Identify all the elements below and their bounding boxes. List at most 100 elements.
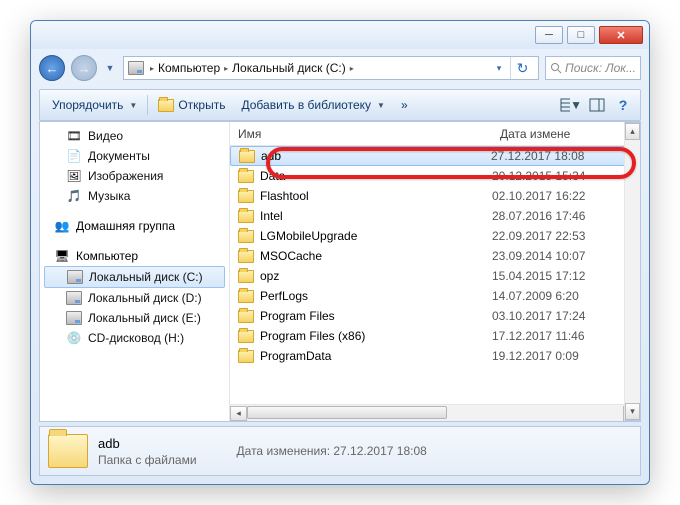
drive-icon (67, 269, 83, 285)
file-row[interactable]: Flashtool 02.10.2017 16:22 (230, 186, 640, 206)
file-row[interactable]: ProgramData 19.12.2017 0:09 (230, 346, 640, 366)
breadcrumb-segment[interactable]: ▸ (148, 64, 154, 73)
nav-row: ← → ▼ ▸ Компьютер▸ Локальный диск (C:)▸ … (39, 51, 641, 85)
horizontal-scrollbar[interactable]: ◂ ▸ (230, 404, 640, 421)
file-row[interactable]: MSOCache23.09.2014 10:07 (230, 246, 640, 266)
column-headers[interactable]: Имя Дата измене (230, 122, 640, 146)
homegroup-node[interactable]: 👥Домашняя группа (40, 216, 229, 236)
column-name[interactable]: Имя (238, 127, 500, 141)
folder-icon (48, 434, 88, 468)
file-name: Program Files (260, 309, 335, 323)
file-row[interactable]: opz 15.04.2015 17:12 (230, 266, 640, 286)
file-date: 19.12.2017 0:09 (492, 349, 632, 363)
details-pane: adb Папка с файлами Дата изменения: 27.1… (39, 426, 641, 476)
file-name: Flashtool (260, 189, 309, 203)
folder-icon (238, 330, 254, 343)
file-row[interactable]: LGMobileUpgrade 22.09.2017 22:53 (230, 226, 640, 246)
scroll-thumb[interactable] (247, 406, 447, 419)
close-button[interactable]: ✕ (599, 26, 643, 44)
cd-drive-icon: 💿 (66, 330, 82, 346)
preview-pane-button[interactable] (586, 94, 608, 116)
file-row[interactable]: Program Files (x86) 17.12.2017 11:46 (230, 326, 640, 346)
file-date: 28.07.2016 17:46 (492, 209, 632, 223)
file-name: MSOCache (260, 249, 322, 263)
drive-item[interactable]: Локальный диск (C:) (44, 266, 225, 288)
explorer-window: ─ □ ✕ ← → ▼ ▸ Компьютер▸ Локальный диск … (30, 20, 650, 485)
maximize-button[interactable]: □ (567, 26, 595, 44)
drive-icon (66, 310, 82, 326)
details-date: Дата изменения: 27.12.2017 18:08 (237, 444, 427, 458)
address-dropdown[interactable]: ▾ (492, 55, 506, 81)
library-item[interactable]: 🎵Музыка (40, 186, 229, 206)
file-name: LGMobileUpgrade (260, 229, 357, 243)
file-row[interactable]: Data 20.12.2015 15:34 (230, 166, 640, 186)
content-area: 🎞Видео 📄Документы 🖼Изображения 🎵Музыка 👥… (39, 121, 641, 422)
file-date: 20.12.2015 15:34 (492, 169, 632, 183)
music-icon: 🎵 (66, 188, 82, 204)
folder-icon (238, 270, 254, 283)
file-row[interactable]: adb 27.12.2017 18:08 (230, 146, 640, 166)
column-date[interactable]: Дата измене (500, 127, 640, 141)
folder-icon (238, 250, 254, 263)
file-date: 27.12.2017 18:08 (491, 149, 631, 163)
folder-icon (238, 350, 254, 363)
add-to-library-button[interactable]: Добавить в библиотеку▼ (235, 95, 390, 115)
breadcrumb-segment[interactable]: Компьютер▸ (158, 61, 228, 75)
drive-item[interactable]: Локальный диск (D:) (40, 288, 229, 308)
homegroup-icon: 👥 (54, 218, 70, 234)
search-input[interactable]: Поиск: Лок... (545, 56, 641, 80)
address-bar[interactable]: ▸ Компьютер▸ Локальный диск (C:)▸ ▾ ↻ (123, 56, 539, 80)
library-item[interactable]: 📄Документы (40, 146, 229, 166)
folder-icon (239, 150, 255, 163)
drive-item[interactable]: 💿CD-дисковод (H:) (40, 328, 229, 348)
toolbar: Упорядочить▼ Открыть Добавить в библиоте… (39, 89, 641, 121)
navigation-pane: 🎞Видео 📄Документы 🖼Изображения 🎵Музыка 👥… (40, 122, 230, 421)
scroll-up-button[interactable]: ▴ (625, 123, 640, 140)
video-icon: 🎞 (66, 128, 82, 144)
file-date: 15.04.2015 17:12 (492, 269, 632, 283)
file-name: opz (260, 269, 279, 283)
scroll-down-button[interactable]: ▾ (625, 403, 640, 420)
organize-button[interactable]: Упорядочить▼ (46, 95, 143, 115)
computer-icon: 🖥 (54, 248, 70, 264)
view-options-button[interactable]: ▼ (560, 94, 582, 116)
folder-icon (238, 310, 254, 323)
computer-node[interactable]: 🖥Компьютер (40, 246, 229, 266)
more-commands-button[interactable]: » (395, 95, 414, 115)
history-dropdown[interactable]: ▼ (103, 55, 117, 81)
file-list: Имя Дата измене adb 27.12.2017 18:08 Data 2… (230, 122, 640, 421)
document-icon: 📄 (66, 148, 82, 164)
breadcrumb-segment[interactable]: Локальный диск (C:)▸ (232, 61, 354, 75)
titlebar: ─ □ ✕ (31, 21, 649, 49)
file-name: PerfLogs (260, 289, 308, 303)
file-date: 02.10.2017 16:22 (492, 189, 632, 203)
library-item[interactable]: 🖼Изображения (40, 166, 229, 186)
forward-button[interactable]: → (71, 55, 97, 81)
file-row[interactable]: Intel28.07.2016 17:46 (230, 206, 640, 226)
drive-item[interactable]: Локальный диск (E:) (40, 308, 229, 328)
open-button[interactable]: Открыть (152, 94, 231, 116)
file-name: adb (261, 149, 281, 163)
file-date: 17.12.2017 11:46 (492, 329, 632, 343)
file-name: ProgramData (260, 349, 331, 363)
scroll-left-button[interactable]: ◂ (230, 406, 247, 421)
file-date: 14.07.2009 6:20 (492, 289, 632, 303)
search-icon (550, 62, 562, 74)
minimize-button[interactable]: ─ (535, 26, 563, 44)
folder-icon (238, 190, 254, 203)
details-name: adb (98, 436, 197, 451)
file-date: 22.09.2017 22:53 (492, 229, 632, 243)
file-name: Data (260, 169, 285, 183)
folder-icon (238, 210, 254, 223)
back-button[interactable]: ← (39, 55, 65, 81)
file-name: Program Files (x86) (260, 329, 365, 343)
refresh-button[interactable]: ↻ (510, 57, 534, 79)
help-button[interactable]: ? (612, 94, 634, 116)
file-row[interactable]: PerfLogs 14.07.2009 6:20 (230, 286, 640, 306)
library-item[interactable]: 🎞Видео (40, 126, 229, 146)
drive-icon (66, 290, 82, 306)
file-date: 03.10.2017 17:24 (492, 309, 632, 323)
file-row[interactable]: Program Files 03.10.2017 17:24 (230, 306, 640, 326)
vertical-scrollbar[interactable]: ▴ ▾ (624, 122, 641, 421)
folder-icon (238, 230, 254, 243)
